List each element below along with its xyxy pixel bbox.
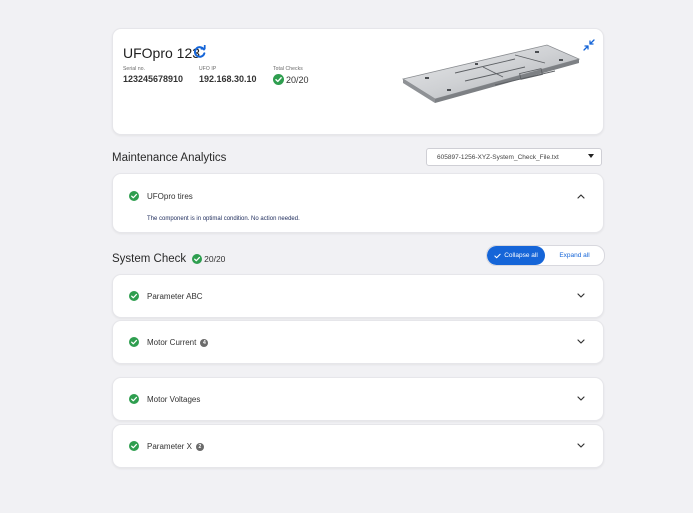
device-image <box>401 44 581 103</box>
maintenance-item-note: The component is in optimal condition. N… <box>147 216 300 222</box>
collapse-expand-toggle: Collapse all Expand all <box>486 245 605 266</box>
chevron-down-icon[interactable] <box>577 443 585 449</box>
checks-value-wrap: 20/20 <box>273 74 309 85</box>
check-item-label: Motor Voltages <box>147 395 201 404</box>
maintenance-item-label: UFOpro tires <box>147 192 193 201</box>
ip-label: UFO IP <box>199 66 217 72</box>
file-select-dropdown[interactable]: 605897-1256-XYZ-System_Check_File.txt <box>426 148 602 166</box>
count-badge: 4 <box>200 338 209 347</box>
system-check-heading: System Check 20/20 <box>112 253 225 265</box>
serial-group: Serial no. 123245678910 <box>123 66 183 84</box>
check-item-label: Parameter ABC <box>147 292 203 301</box>
collapse-all-button[interactable]: Collapse all <box>487 246 545 265</box>
check-circle-icon <box>129 291 139 301</box>
chevron-down-icon[interactable] <box>577 396 585 402</box>
system-check-count: 20/20 <box>204 254 226 264</box>
checks-value: 20/20 <box>286 74 309 85</box>
caret-down-icon <box>588 154 594 158</box>
file-select-value: 605897-1256-XYZ-System_Check_File.txt <box>437 153 559 161</box>
check-item-label: Parameter X <box>147 442 192 451</box>
check-circle-icon <box>129 441 139 451</box>
ip-group: UFO IP 192.168.30.10 <box>199 66 257 84</box>
chevron-down-icon[interactable] <box>577 293 585 299</box>
check-item-motor-voltages[interactable]: Motor Voltages <box>112 377 604 421</box>
checks-group: Total Checks 20/20 <box>273 66 309 85</box>
chevron-up-icon[interactable] <box>577 193 585 199</box>
checkmark-icon <box>494 253 501 258</box>
expand-all-label: Expand all <box>559 252 590 259</box>
check-circle-icon <box>129 394 139 404</box>
check-item-label-wrap: Motor Current 4 <box>147 338 209 347</box>
system-check-title: System Check <box>112 253 187 265</box>
check-item-parameter-x[interactable]: Parameter X2 <box>112 424 604 468</box>
check-circle-icon <box>129 337 139 347</box>
device-card: UFOpro 123 Serial no. 123245678910 UFO I… <box>112 28 604 135</box>
count-badge: 2 <box>195 442 204 451</box>
check-circle-icon <box>273 74 284 85</box>
check-circle-icon <box>129 191 139 201</box>
check-item-motor-current[interactable]: Motor Current 4 <box>112 320 604 364</box>
serial-label: Serial no. <box>123 66 146 72</box>
collapse-all-label: Collapse all <box>504 252 538 259</box>
checks-label: Total Checks <box>273 66 303 72</box>
check-item-label-wrap: Parameter X2 <box>147 442 204 451</box>
refresh-icon[interactable] <box>193 45 207 59</box>
ip-value: 192.168.30.10 <box>199 74 257 84</box>
chevron-down-icon[interactable] <box>577 339 585 345</box>
check-item-label: Motor Current <box>147 338 197 347</box>
check-circle-icon <box>192 254 203 264</box>
device-name: UFOpro 123 <box>123 45 201 61</box>
system-check-count-wrap: 20/20 <box>192 254 225 264</box>
maintenance-item-tires[interactable]: UFOpro tires The component is in optimal… <box>112 173 604 233</box>
expand-all-button[interactable]: Expand all <box>545 246 604 265</box>
maintenance-title: Maintenance Analytics <box>112 152 227 164</box>
serial-value: 123245678910 <box>123 74 184 84</box>
check-item-parameter-abc[interactable]: Parameter ABC <box>112 274 604 318</box>
